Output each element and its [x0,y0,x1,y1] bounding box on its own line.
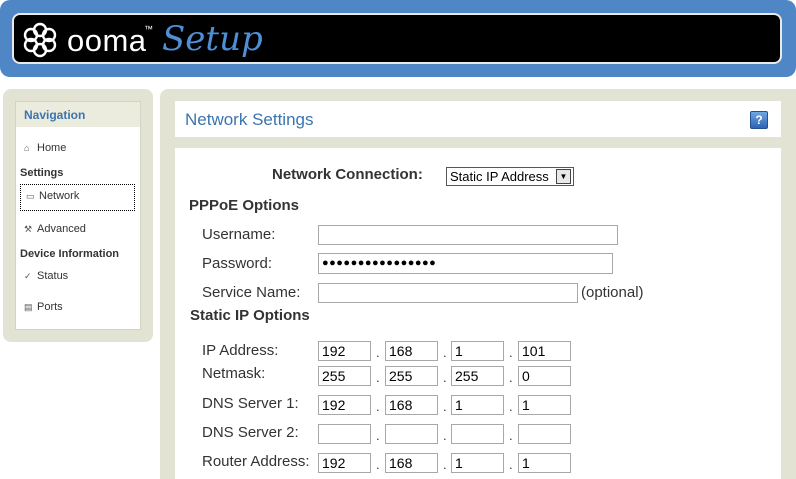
dns-server-1-octet-1[interactable]: 192 [318,395,371,415]
router-address-octet-1[interactable]: 192 [318,453,371,473]
dns-server-2-dot-3: . [509,428,513,443]
static-ip-options-heading: Static IP Options [190,307,310,324]
nav-item-status[interactable]: ✓ Status [24,270,68,282]
netmask-octet-3[interactable]: 255 [451,366,504,386]
network-connection-label: Network Connection: [272,166,423,183]
password-label: Password: [202,255,273,272]
ooma-logo-text: ooma [67,23,147,58]
navigation-title: Navigation [24,108,86,122]
nav-item-home[interactable]: ⌂ Home [24,142,66,154]
password-input[interactable]: ●●●●●●●●●●●●●●●● [318,253,613,274]
ip-address-octet-3[interactable]: 1 [451,341,504,361]
nav-heading-settings: Settings [20,167,64,179]
dns-server-1-dot-1: . [376,399,380,414]
dns-server-2-dot-1: . [376,428,380,443]
nav-advanced-label: Advanced [37,223,86,235]
ip-address-dot-3: . [509,345,513,360]
wrench-icon: ⚒ [24,224,33,234]
ip-address-dot-1: . [376,345,380,360]
ooma-flower-icon [23,22,57,58]
netmask-octet-1[interactable]: 255 [318,366,371,386]
ip-address-octet-1[interactable]: 192 [318,341,371,361]
network-connection-select[interactable]: Static IP Address [446,167,574,186]
page-title: Network Settings [185,110,314,129]
network-icon: ▭ [26,191,35,201]
ports-icon: ▤ [24,302,33,312]
netmask-label: Netmask: [202,365,266,382]
ip-address-octet-2[interactable]: 168 [385,341,438,361]
netmask-octet-4[interactable]: 0 [518,366,571,386]
nav-item-network[interactable]: ▭ Network [20,184,135,211]
dns-server-1-octet-4[interactable]: 1 [518,395,571,415]
username-input[interactable] [318,225,618,245]
netmask-dot-3: . [509,370,513,385]
service-name-input[interactable] [318,283,578,303]
trademark-mark: ™ [144,24,153,34]
dns-server-2-label: DNS Server 2: [202,424,299,441]
dns-server-2-octet-4[interactable] [518,424,571,444]
router-address-dot-2: . [443,457,447,472]
router-address-label: Router Address: [202,453,310,470]
nav-ports-label: Ports [37,301,63,313]
setup-logo-text: Setup [162,19,263,59]
pppoe-options-heading: PPPoE Options [189,197,300,214]
dns-server-1-octet-3[interactable]: 1 [451,395,504,415]
home-icon: ⌂ [24,143,30,153]
dns-server-1-label: DNS Server 1: [202,395,299,412]
dns-server-1-octet-2[interactable]: 168 [385,395,438,415]
netmask-octet-2[interactable]: 255 [385,366,438,386]
service-name-optional-hint: (optional) [581,284,644,301]
help-button[interactable]: ? [750,111,768,129]
dns-server-1-dot-2: . [443,399,447,414]
router-address-dot-1: . [376,457,380,472]
dns-server-2-octet-3[interactable] [451,424,504,444]
router-address-dot-3: . [509,457,513,472]
router-address-octet-2[interactable]: 168 [385,453,438,473]
ip-address-dot-2: . [443,345,447,360]
dns-server-1-dot-3: . [509,399,513,414]
router-address-octet-3[interactable]: 1 [451,453,504,473]
dns-server-2-octet-1[interactable] [318,424,371,444]
dns-server-2-dot-2: . [443,428,447,443]
dropdown-arrow-icon[interactable]: ▼ [556,169,571,184]
ip-address-label: IP Address: [202,342,279,359]
service-name-label: Service Name: [202,284,301,301]
nav-heading-device-information: Device Information [20,248,120,260]
nav-home-label: Home [37,142,67,154]
nav-item-ports[interactable]: ▤ Ports [24,301,63,313]
navigation-list [15,101,141,330]
ip-address-octet-4[interactable]: 101 [518,341,571,361]
netmask-dot-1: . [376,370,380,385]
netmask-dot-2: . [443,370,447,385]
dns-server-2-octet-2[interactable] [385,424,438,444]
username-label: Username: [202,226,276,243]
nav-status-label: Status [37,270,69,282]
nav-network-label: Network [39,190,80,202]
checkmark-icon: ✓ [24,271,32,281]
nav-item-advanced[interactable]: ⚒ Advanced [24,223,86,235]
router-address-octet-4[interactable]: 1 [518,453,571,473]
